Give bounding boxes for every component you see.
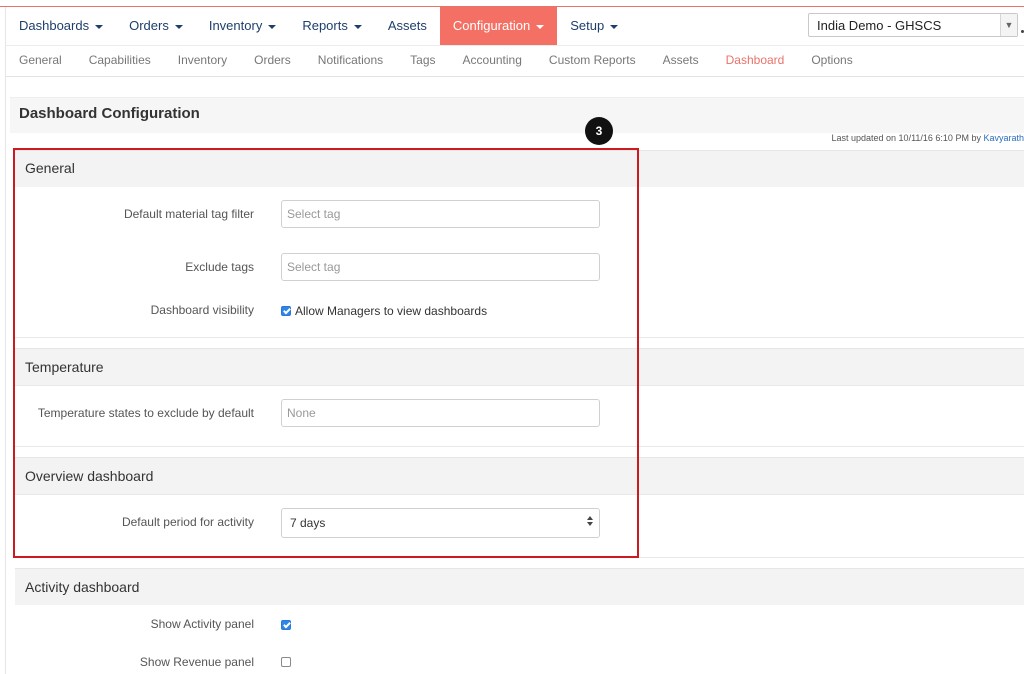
show-revenue-label: Show Revenue panel — [139, 655, 254, 669]
exclude-tags-input[interactable]: Select tag — [281, 253, 600, 281]
nav-dashboards[interactable]: Dashboards — [6, 7, 116, 45]
tab-options[interactable]: Options — [811, 45, 852, 75]
nav-dashboards-label: Dashboards — [19, 18, 90, 33]
nav-assets-label: Assets — [387, 18, 427, 33]
step-badge: 3 — [585, 117, 613, 145]
material-tag-input[interactable]: Select tag — [281, 200, 600, 228]
caret-down-icon — [610, 24, 619, 29]
nav-reports-label: Reports — [302, 18, 348, 33]
exclude-tags-label: Exclude tags — [185, 260, 254, 274]
material-tag-label: Default material tag filter — [123, 207, 254, 221]
chevron-down-icon: ▼ — [1000, 14, 1017, 36]
tab-assets[interactable]: Assets — [663, 45, 699, 75]
nav-inventory-label: Inventory — [208, 18, 263, 33]
section-activity-title: Activity dashboard — [25, 579, 140, 595]
tab-accounting[interactable]: Accounting — [463, 45, 522, 75]
section-activity-header — [15, 568, 1024, 606]
section-overview-title: Overview dashboard — [25, 468, 154, 484]
allow-managers-checkbox[interactable] — [281, 306, 291, 316]
last-updated-prefix: Last updated on 10/11/16 6:10 PM by — [831, 133, 981, 143]
caret-down-icon — [95, 24, 104, 29]
show-activity-checkbox[interactable] — [281, 620, 291, 630]
section-temperature-header — [15, 348, 1024, 386]
section-general-title: General — [25, 160, 75, 176]
last-updated-user-link[interactable]: Kavyarath — [983, 133, 1024, 143]
tab-notifications[interactable]: Notifications — [318, 45, 383, 75]
tab-general[interactable]: General — [19, 45, 62, 75]
show-activity-label: Show Activity panel — [150, 617, 254, 631]
default-period-select[interactable]: 7 days — [281, 508, 600, 538]
page-title: Dashboard Configuration — [19, 105, 200, 122]
last-updated-text: Last updated on 10/11/16 6:10 PM by Kavy… — [832, 133, 1024, 143]
tab-tags[interactable]: Tags — [410, 45, 435, 75]
nav-setup-label: Setup — [570, 18, 605, 33]
caret-down-icon — [536, 24, 545, 29]
nav-configuration-label: Configuration — [452, 18, 531, 33]
caret-down-icon — [353, 24, 362, 29]
nav-orders-label: Orders — [129, 18, 169, 33]
sub-nav: General Capabilities Inventory Orders No… — [19, 45, 880, 75]
updown-arrows-icon — [587, 516, 593, 528]
tab-orders[interactable]: Orders — [254, 45, 291, 75]
section-temperature-title: Temperature — [25, 359, 104, 375]
left-divider — [5, 7, 6, 674]
section-overview-header — [15, 457, 1024, 495]
nav-setup[interactable]: Setup — [557, 7, 631, 45]
nav-orders[interactable]: Orders — [116, 7, 196, 45]
tab-custom-reports[interactable]: Custom Reports — [549, 45, 636, 75]
default-period-value: 7 days — [290, 516, 326, 530]
show-revenue-checkbox[interactable] — [281, 657, 291, 667]
tab-inventory[interactable]: Inventory — [178, 45, 227, 75]
nav-reports[interactable]: Reports — [289, 7, 375, 45]
nav-assets[interactable]: Assets — [375, 7, 440, 45]
caret-down-icon — [174, 24, 183, 29]
section-general-header — [15, 150, 1024, 188]
dashboard-visibility-label: Dashboard visibility — [150, 303, 254, 317]
domain-select[interactable]: India Demo - GHSCS ▼ — [808, 13, 1018, 37]
temperature-exclude-input[interactable]: None — [281, 399, 600, 427]
default-period-label: Default period for activity — [121, 515, 254, 529]
temperature-exclude-label: Temperature states to exclude by default — [37, 406, 254, 420]
tab-capabilities[interactable]: Capabilities — [89, 45, 151, 75]
allow-managers-checkbox-label: Allow Managers to view dashboards — [295, 304, 488, 318]
nav-configuration[interactable]: Configuration — [439, 7, 558, 45]
domain-select-value: India Demo - GHSCS — [817, 18, 942, 33]
tab-dashboard[interactable]: Dashboard — [726, 45, 785, 75]
main-nav: Dashboards Orders Inventory Reports Asse… — [6, 7, 631, 45]
nav-inventory[interactable]: Inventory — [196, 7, 289, 45]
caret-down-icon — [268, 24, 277, 29]
